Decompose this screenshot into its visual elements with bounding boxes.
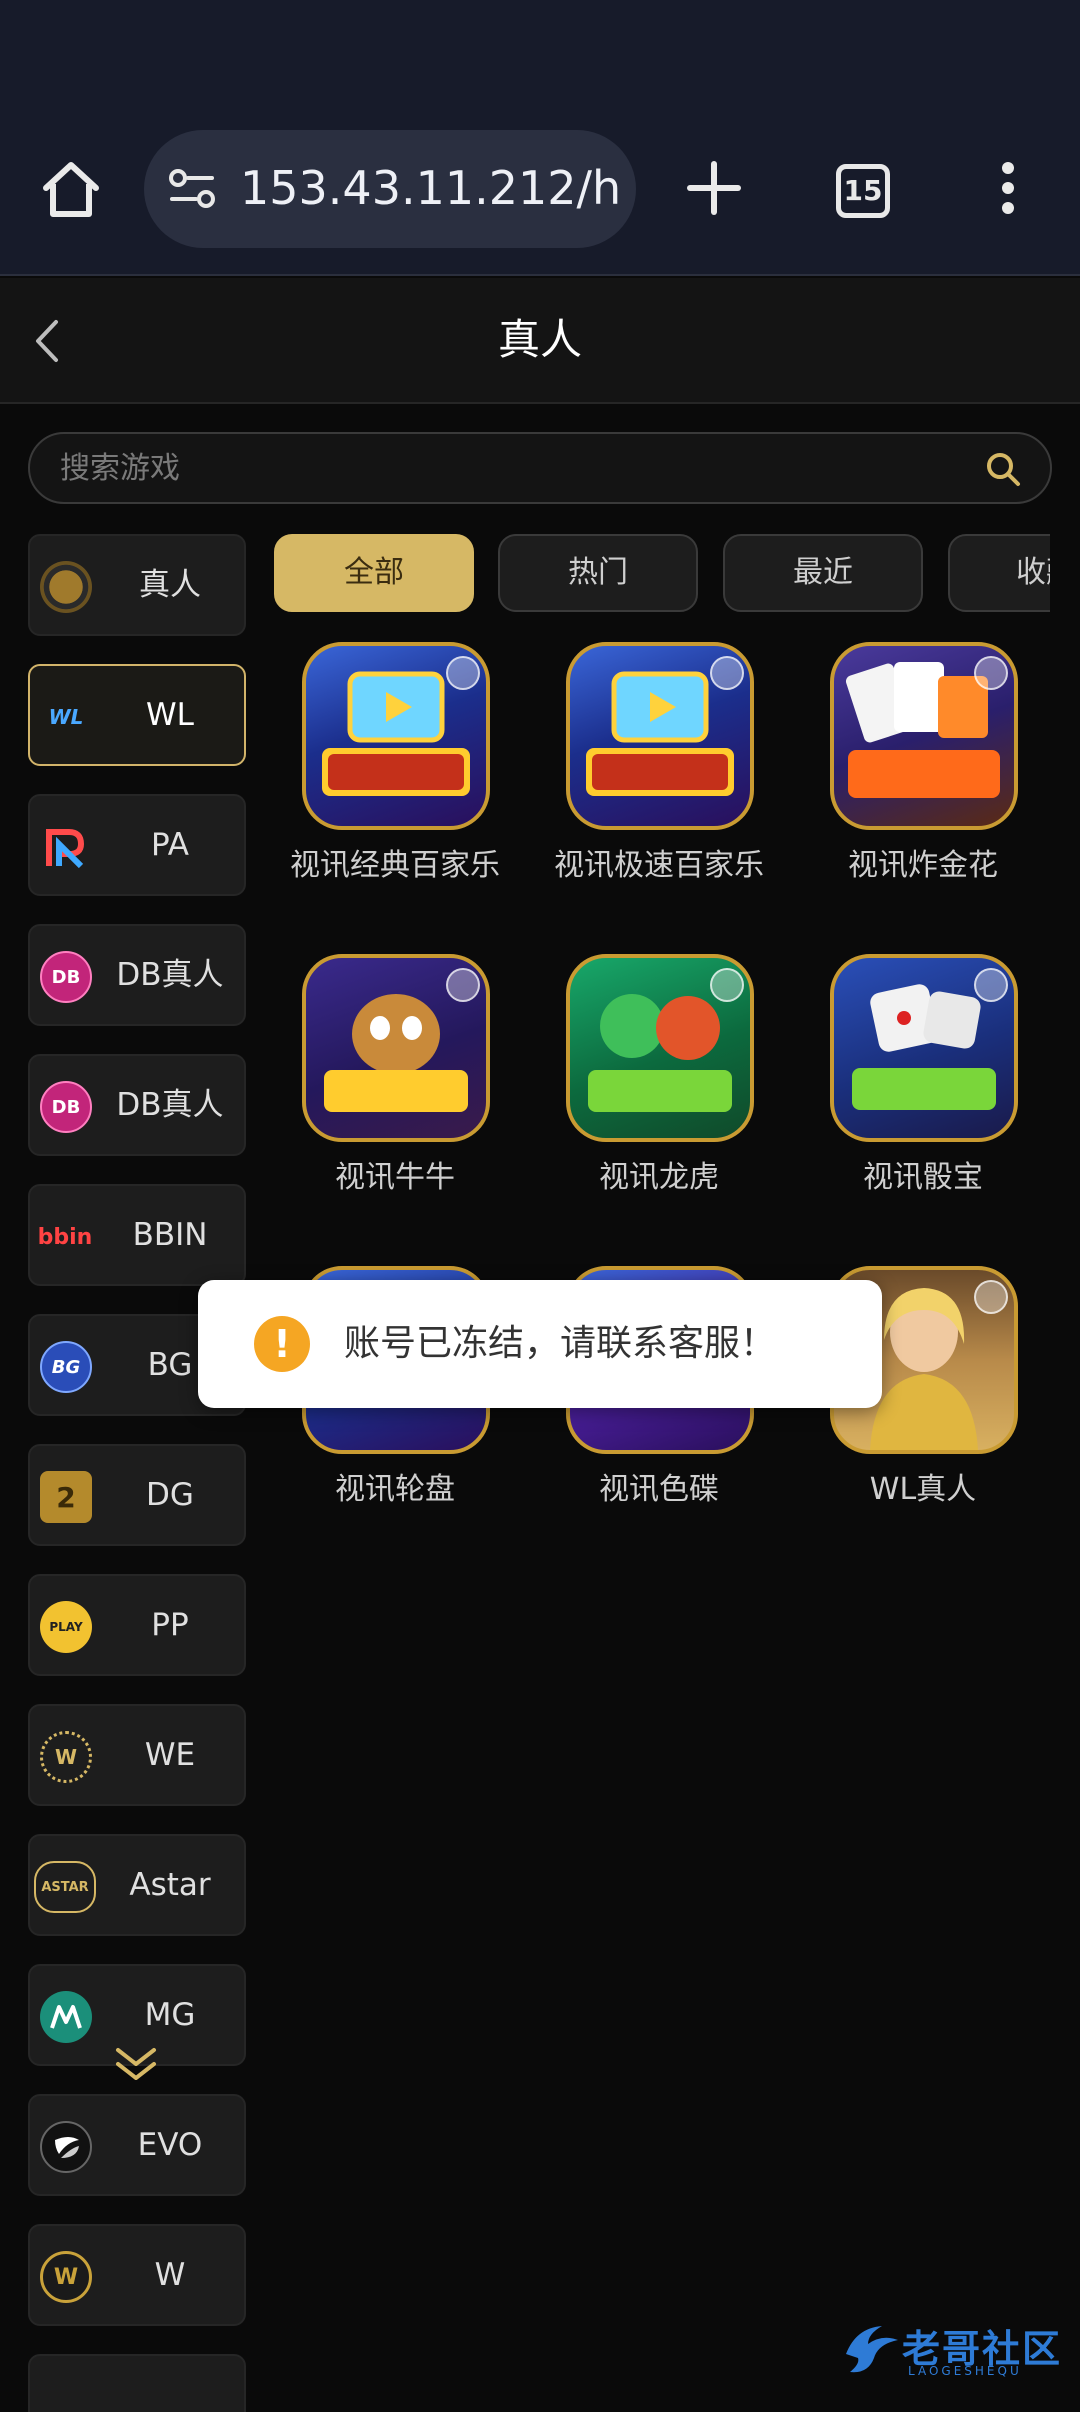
zhenren-logo-icon xyxy=(40,561,92,613)
status-bar xyxy=(0,0,1080,96)
dg-logo-icon: 2 xyxy=(40,1471,92,1523)
more-menu-icon[interactable] xyxy=(990,154,1026,224)
alert-toast: ! 账号已冻结，请联系客服！ xyxy=(198,1280,882,1408)
url-text[interactable]: 153.43.11.212/hc xyxy=(240,158,620,218)
scroll-down-chevron-icon[interactable] xyxy=(110,2044,162,2084)
wl-logo-icon: WL xyxy=(48,705,84,729)
home-icon[interactable] xyxy=(36,154,106,224)
evo-logo-icon xyxy=(40,2121,92,2173)
game-name: WL真人 xyxy=(869,1472,977,1507)
game-name: 视讯骰宝 xyxy=(863,1160,983,1195)
browser-toolbar: 153.43.11.212/hc 15 xyxy=(0,96,1080,276)
game-card[interactable]: 视讯牛牛 xyxy=(270,954,520,1224)
favorite-icon[interactable] xyxy=(710,656,744,690)
sidebar-item-label: WE xyxy=(144,1737,196,1773)
game-name: 视讯色碟 xyxy=(599,1472,719,1507)
new-tab-icon[interactable] xyxy=(684,154,744,224)
sidebar-item-label: 真人 xyxy=(139,567,201,603)
search-icon[interactable] xyxy=(984,450,1022,488)
mg-logo-icon xyxy=(40,1991,92,2043)
sidebar-item-w[interactable]: W W xyxy=(28,2224,246,2326)
site-settings-icon[interactable] xyxy=(168,168,216,210)
game-name: 视讯极速百家乐 xyxy=(554,848,764,883)
sidebar-item-label: W xyxy=(154,2257,186,2293)
sidebar-item-label: PP xyxy=(151,1607,189,1643)
sidebar-item-zhenren[interactable]: 真人 xyxy=(28,534,246,636)
sidebar-item-astar[interactable]: ASTAR Astar xyxy=(28,1834,246,1936)
sidebar-item-label: DB真人 xyxy=(116,1087,224,1123)
page-title: 真人 xyxy=(497,315,582,364)
sidebar-item-label: PA xyxy=(151,827,189,863)
page-header: 真人 xyxy=(0,278,1080,404)
sidebar-item-wl[interactable]: WL WL xyxy=(28,664,246,766)
favorite-icon[interactable] xyxy=(974,968,1008,1002)
sidebar-item-evo[interactable]: EVO xyxy=(28,2094,246,2196)
game-card[interactable]: 视讯炸金花 xyxy=(798,642,1048,912)
pp-logo-icon: PLAY xyxy=(40,1601,92,1653)
favorite-icon[interactable] xyxy=(710,968,744,1002)
sidebar-item-db-zhenren-2[interactable]: DB DB真人 xyxy=(28,1054,246,1156)
tab-switcher-button[interactable]: 15 xyxy=(836,164,890,218)
sidebar-item-label: BBIN xyxy=(132,1217,208,1253)
w-logo-icon: W xyxy=(40,2251,92,2303)
sidebar-item-label: EVO xyxy=(137,2127,203,2163)
favorite-icon[interactable] xyxy=(446,968,480,1002)
sidebar-item-dg[interactable]: 2 DG xyxy=(28,1444,246,1546)
search-input[interactable] xyxy=(60,444,960,492)
game-name: 视讯经典百家乐 xyxy=(290,848,500,883)
game-name: 视讯龙虎 xyxy=(599,1160,719,1195)
game-name: 视讯牛牛 xyxy=(335,1160,455,1195)
sidebar-item-we[interactable]: W WE xyxy=(28,1704,246,1806)
bg-logo-icon: BG xyxy=(40,1341,92,1393)
favorite-icon[interactable] xyxy=(974,1280,1008,1314)
favorite-icon[interactable] xyxy=(446,656,480,690)
sidebar-item-label: WL xyxy=(146,697,194,733)
sidebar-item-label: Astar xyxy=(129,1867,211,1903)
watermark-subtext: LAOGESHEQU xyxy=(908,2364,1022,2378)
db-logo-icon: DB xyxy=(40,1081,92,1133)
sidebar-item-bbin[interactable]: bbin BBIN xyxy=(28,1184,246,1286)
toast-message: 账号已冻结，请联系客服！ xyxy=(344,1323,777,1364)
db-logo-icon: DB xyxy=(40,951,92,1003)
address-bar[interactable]: 153.43.11.212/hc xyxy=(144,130,636,248)
page: 153.43.11.212/hc 15 真人 搜索游戏 真人 WL WL PA … xyxy=(0,0,1080,2412)
game-card[interactable]: 视讯极速百家乐 xyxy=(534,642,784,912)
sidebar-item-pp[interactable]: PLAY PP xyxy=(28,1574,246,1676)
sidebar-item-db-zhenren-1[interactable]: DB DB真人 xyxy=(28,924,246,1026)
tab-recent[interactable]: 最近 xyxy=(723,534,923,612)
tab-all[interactable]: 全部 xyxy=(274,534,474,612)
favorite-icon[interactable] xyxy=(974,656,1008,690)
sidebar-item-partial[interactable] xyxy=(28,2354,246,2412)
warning-icon: ! xyxy=(254,1316,310,1372)
sidebar-item-pa[interactable]: PA xyxy=(28,794,246,896)
game-name: 视讯炸金花 xyxy=(848,848,998,883)
sidebar-item-label: DB真人 xyxy=(116,957,224,993)
astar-logo-icon: ASTAR xyxy=(34,1861,96,1913)
filter-tabs: 全部 热门 最近 收藏 xyxy=(274,534,1050,614)
sidebar-item-label: DG xyxy=(146,1477,194,1513)
bbin-logo-icon: bbin xyxy=(37,1224,93,1250)
tab-favorites[interactable]: 收藏 xyxy=(948,534,1050,612)
search-box[interactable] xyxy=(28,432,1052,504)
pa-logo-icon xyxy=(40,821,92,873)
provider-sidebar: 真人 WL WL PA DB DB真人 DB DB真人 bbin BBIN BG… xyxy=(28,532,246,2412)
game-card[interactable]: 视讯骰宝 xyxy=(798,954,1048,1224)
game-card[interactable]: 视讯经典百家乐 xyxy=(270,642,520,912)
tab-hot[interactable]: 热门 xyxy=(498,534,698,612)
game-card[interactable]: 视讯龙虎 xyxy=(534,954,784,1224)
game-name: 视讯轮盘 xyxy=(335,1472,455,1507)
watermark-logo: 老哥社区 LAOGESHEQU xyxy=(838,2314,1064,2388)
we-logo-icon: W xyxy=(40,1731,92,1783)
